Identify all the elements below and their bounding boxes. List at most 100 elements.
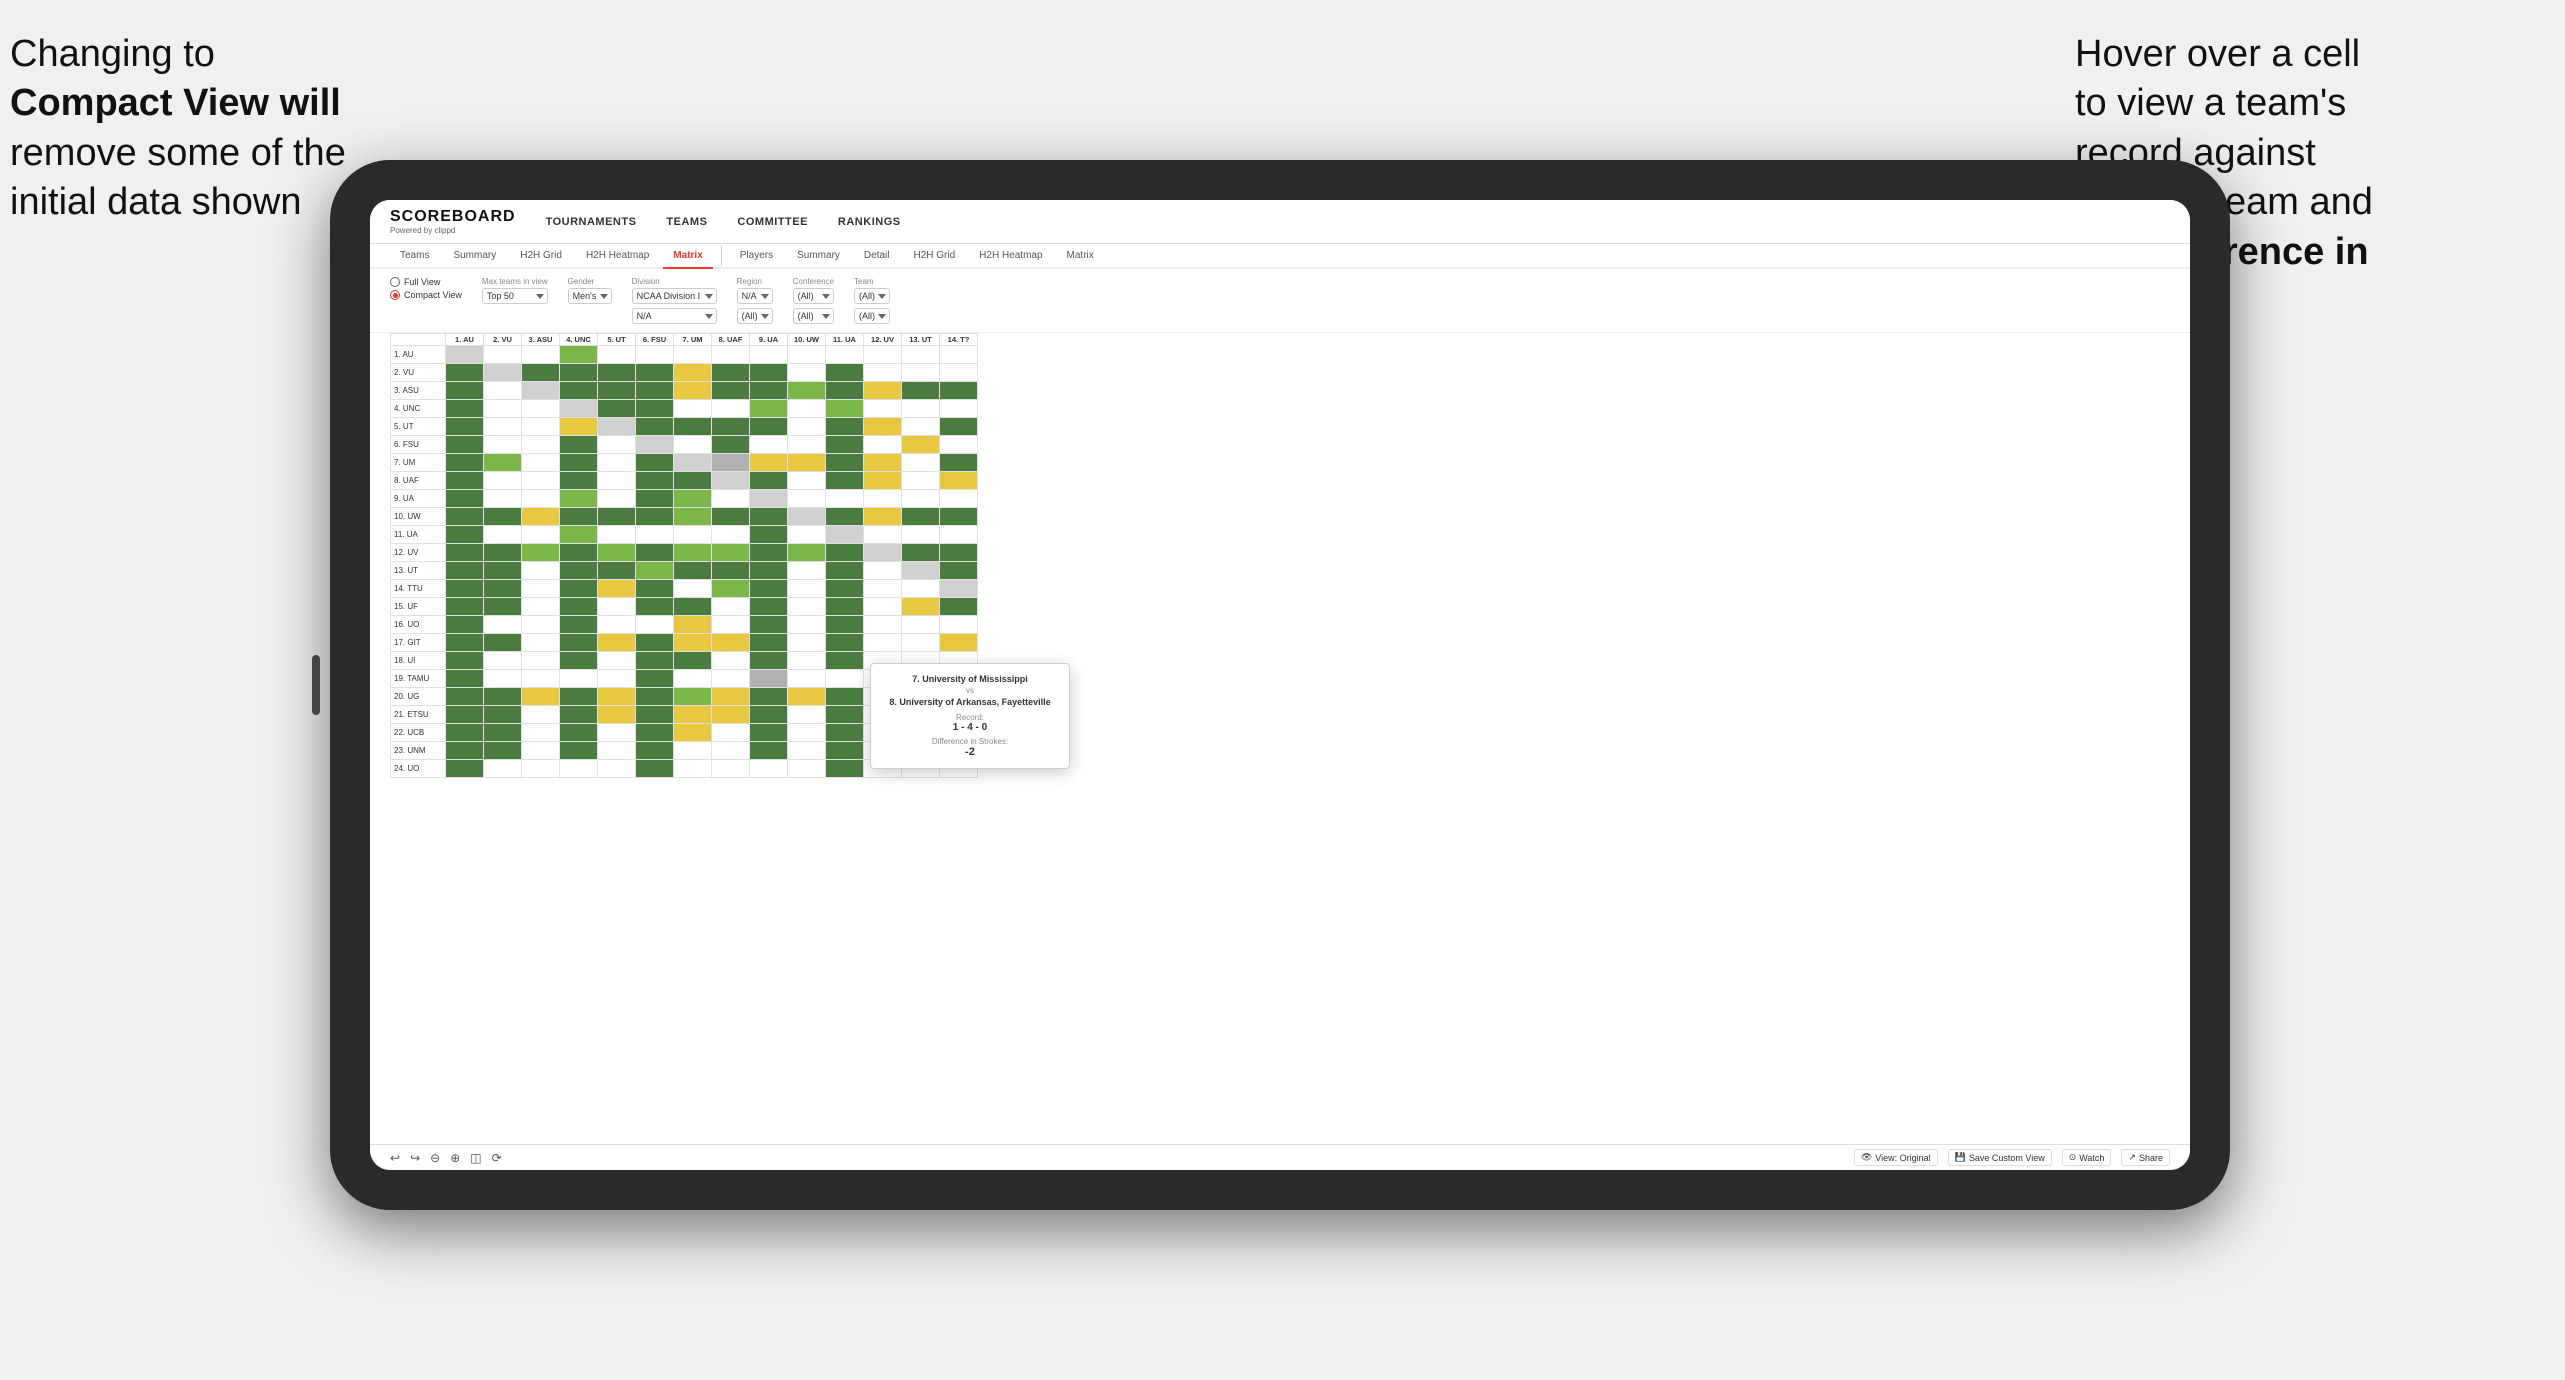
matrix-cell[interactable] xyxy=(598,508,636,526)
matrix-cell[interactable] xyxy=(522,418,560,436)
matrix-cell[interactable] xyxy=(446,490,484,508)
matrix-cell[interactable] xyxy=(674,760,712,778)
matrix-cell[interactable] xyxy=(560,598,598,616)
matrix-cell[interactable] xyxy=(864,472,902,490)
matrix-cell[interactable] xyxy=(484,436,522,454)
matrix-cell[interactable] xyxy=(446,382,484,400)
matrix-cell[interactable] xyxy=(712,382,750,400)
matrix-cell[interactable] xyxy=(560,418,598,436)
matrix-cell[interactable] xyxy=(522,526,560,544)
watch-button[interactable]: ⊙ Watch xyxy=(2062,1149,2112,1166)
matrix-cell[interactable] xyxy=(598,526,636,544)
matrix-cell[interactable] xyxy=(712,364,750,382)
matrix-cell[interactable] xyxy=(940,346,978,364)
matrix-cell[interactable] xyxy=(826,346,864,364)
matrix-cell[interactable] xyxy=(674,580,712,598)
matrix-cell[interactable] xyxy=(712,544,750,562)
matrix-cell[interactable] xyxy=(940,562,978,580)
matrix-cell[interactable] xyxy=(674,562,712,580)
matrix-cell[interactable] xyxy=(712,346,750,364)
matrix-cell[interactable] xyxy=(636,436,674,454)
matrix-cell[interactable] xyxy=(598,364,636,382)
matrix-cell[interactable] xyxy=(598,706,636,724)
matrix-cell[interactable] xyxy=(864,400,902,418)
matrix-cell[interactable] xyxy=(750,544,788,562)
matrix-cell[interactable] xyxy=(484,760,522,778)
matrix-cell[interactable] xyxy=(560,436,598,454)
matrix-cell[interactable] xyxy=(940,598,978,616)
matrix-cell[interactable] xyxy=(750,670,788,688)
matrix-cell[interactable] xyxy=(522,436,560,454)
matrix-cell[interactable] xyxy=(864,346,902,364)
matrix-cell[interactable] xyxy=(902,418,940,436)
matrix-cell[interactable] xyxy=(750,364,788,382)
matrix-cell[interactable] xyxy=(598,382,636,400)
matrix-cell[interactable] xyxy=(636,616,674,634)
matrix-cell[interactable] xyxy=(484,670,522,688)
matrix-cell[interactable] xyxy=(750,742,788,760)
matrix-cell[interactable] xyxy=(446,346,484,364)
matrix-cell[interactable] xyxy=(522,472,560,490)
matrix-cell[interactable] xyxy=(598,742,636,760)
matrix-cell[interactable] xyxy=(484,526,522,544)
matrix-cell[interactable] xyxy=(484,688,522,706)
matrix-cell[interactable] xyxy=(750,436,788,454)
matrix-cell[interactable] xyxy=(712,454,750,472)
matrix-cell[interactable] xyxy=(522,562,560,580)
matrix-cell[interactable] xyxy=(864,490,902,508)
matrix-cell[interactable] xyxy=(940,580,978,598)
matrix-cell[interactable] xyxy=(560,652,598,670)
matrix-cell[interactable] xyxy=(674,490,712,508)
matrix-cell[interactable] xyxy=(788,454,826,472)
matrix-cell[interactable] xyxy=(674,670,712,688)
matrix-cell[interactable] xyxy=(560,526,598,544)
matrix-cell[interactable] xyxy=(712,490,750,508)
matrix-cell[interactable] xyxy=(446,526,484,544)
matrix-cell[interactable] xyxy=(598,724,636,742)
matrix-cell[interactable] xyxy=(674,724,712,742)
matrix-cell[interactable] xyxy=(598,634,636,652)
matrix-cell[interactable] xyxy=(674,400,712,418)
matrix-cell[interactable] xyxy=(598,400,636,418)
matrix-cell[interactable] xyxy=(636,652,674,670)
matrix-cell[interactable] xyxy=(826,688,864,706)
matrix-cell[interactable] xyxy=(712,742,750,760)
matrix-cell[interactable] xyxy=(598,616,636,634)
matrix-cell[interactable] xyxy=(826,706,864,724)
matrix-cell[interactable] xyxy=(902,400,940,418)
matrix-cell[interactable] xyxy=(826,418,864,436)
matrix-cell[interactable] xyxy=(484,544,522,562)
zoom-fit-icon[interactable]: ⊕ xyxy=(450,1151,460,1165)
matrix-cell[interactable] xyxy=(636,580,674,598)
matrix-cell[interactable] xyxy=(484,472,522,490)
matrix-cell[interactable] xyxy=(560,454,598,472)
compact-view-radio[interactable] xyxy=(390,290,400,300)
matrix-cell[interactable] xyxy=(864,508,902,526)
matrix-cell[interactable] xyxy=(522,364,560,382)
nav-committee[interactable]: COMMITTEE xyxy=(737,216,808,228)
matrix-cell[interactable] xyxy=(826,634,864,652)
matrix-cell[interactable] xyxy=(902,616,940,634)
matrix-cell[interactable] xyxy=(750,634,788,652)
matrix-cell[interactable] xyxy=(522,652,560,670)
matrix-cell[interactable] xyxy=(598,562,636,580)
matrix-cell[interactable] xyxy=(750,508,788,526)
team-select[interactable]: (All) xyxy=(854,288,890,304)
matrix-cell[interactable] xyxy=(636,634,674,652)
matrix-cell[interactable] xyxy=(750,724,788,742)
matrix-cell[interactable] xyxy=(522,670,560,688)
matrix-cell[interactable] xyxy=(446,508,484,526)
team-sub-select[interactable]: (All) xyxy=(854,308,890,324)
matrix-cell[interactable] xyxy=(522,382,560,400)
matrix-cell[interactable] xyxy=(674,688,712,706)
matrix-cell[interactable] xyxy=(788,616,826,634)
matrix-cell[interactable] xyxy=(484,724,522,742)
matrix-cell[interactable] xyxy=(902,364,940,382)
matrix-cell[interactable] xyxy=(522,544,560,562)
matrix-cell[interactable] xyxy=(712,436,750,454)
matrix-cell[interactable] xyxy=(674,652,712,670)
matrix-cell[interactable] xyxy=(712,760,750,778)
matrix-cell[interactable] xyxy=(826,742,864,760)
matrix-cell[interactable] xyxy=(940,418,978,436)
matrix-cell[interactable] xyxy=(636,364,674,382)
